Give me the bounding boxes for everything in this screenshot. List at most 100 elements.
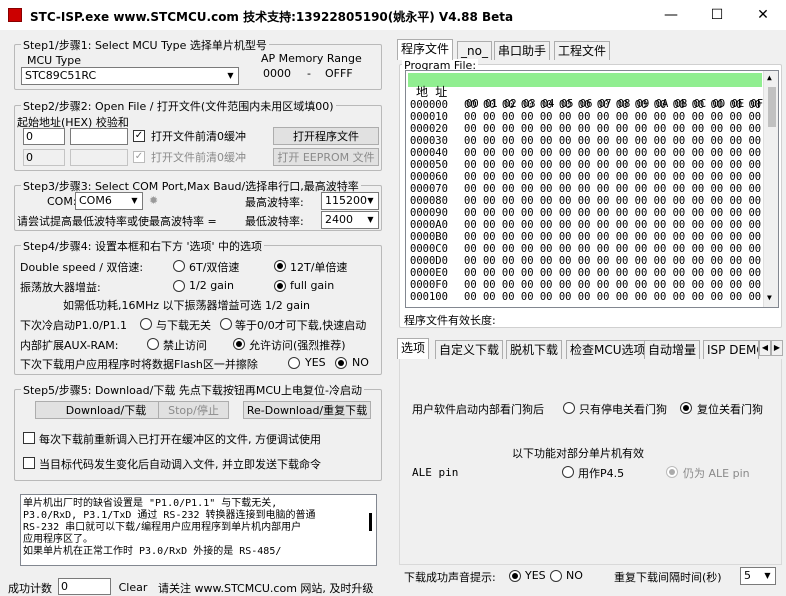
radio-p1-unrelated[interactable] <box>140 318 152 330</box>
stop-button[interactable]: Stop/停止 <box>158 401 229 419</box>
interval-select[interactable]: 5 ▼ <box>740 567 776 585</box>
open-eeprom-file-button[interactable]: 打开 EEPROM 文件 <box>273 148 379 166</box>
max-baud-select[interactable]: 115200 ▼ <box>321 192 379 210</box>
erase-label: 下次下载用户应用程序时将数据Flash区一并擦除 <box>20 358 258 371</box>
radio-p1-zero[interactable] <box>220 318 232 330</box>
step3-legend: Step3/步骤3: Select COM Port,Max Baud/选择串行… <box>21 178 361 194</box>
redownload-button[interactable]: Re-Download/重复下载 <box>243 401 371 419</box>
tab-isp-demo[interactable]: ISP DEMO <box>703 340 759 359</box>
maximize-button[interactable]: ☐ <box>694 0 740 30</box>
hex-row-bytes: 00 00 00 00 00 00 00 00 00 00 00 00 00 0… <box>464 267 762 279</box>
tab-offline-download[interactable]: 脱机下载 <box>506 340 563 359</box>
sound-label: 下载成功声音提示: <box>404 571 496 584</box>
message-line: 应用程序区了。 <box>23 534 93 545</box>
hex-row-bytes: 00 00 00 00 00 00 00 00 00 00 00 00 00 0… <box>464 147 762 159</box>
scrollbar-thumb[interactable] <box>768 87 776 127</box>
clear-buffer-checkbox-1[interactable]: ✓ <box>133 130 145 142</box>
message-line: 单片机出厂时的缺省设置是 "P1.0/P1.1" 与下载无关, <box>23 498 278 509</box>
radio-ale-p45[interactable] <box>562 466 574 478</box>
tab-no[interactable]: _no_ <box>457 41 492 60</box>
close-button[interactable]: ✕ <box>740 0 786 30</box>
radio-erase-no[interactable] <box>335 357 347 369</box>
step2-group: Step2/步骤2: Open File / 打开文件(文件范围内未用区域填00… <box>14 98 382 171</box>
watchdog-label: 用户软件启动内部看门狗后 <box>412 403 544 416</box>
radio-p1-zero-label: 等于0/0才可下载,快速启动 <box>235 319 367 332</box>
message-textarea[interactable]: 单片机出厂时的缺省设置是 "P1.0/P1.1" 与下载无关, P3.0/RxD… <box>20 494 377 566</box>
min-baud-value: 2400 <box>325 213 353 226</box>
max-baud-label: 最高波特率: <box>245 196 304 209</box>
auto-send-checkbox[interactable] <box>23 457 35 469</box>
com-port-select[interactable]: COM6 ▼ <box>75 192 143 210</box>
tab-project-file[interactable]: 工程文件 <box>554 41 611 60</box>
gain-note: 如需低功耗,16MHz 以下振荡器增益可选 1/2 gain <box>63 299 310 312</box>
radio-ale-pin[interactable] <box>666 466 678 478</box>
checksum-field-1[interactable] <box>70 128 128 145</box>
chevron-down-icon[interactable]: ▼ <box>767 293 772 302</box>
hex-row-bytes: 00 00 00 00 00 00 00 00 00 00 00 00 00 0… <box>464 231 762 243</box>
start-address-input-2[interactable]: 0 <box>23 149 65 166</box>
hex-row-bytes: 00 00 00 00 00 00 00 00 00 00 00 00 00 0… <box>464 219 762 231</box>
hex-row-address: 000060 <box>410 171 448 183</box>
step1-group: Step1/步骤1: Select MCU Type 选择单片机型号 MCU T… <box>14 37 382 90</box>
tab-options[interactable]: 选项 <box>397 338 430 359</box>
radio-12t[interactable] <box>274 260 286 272</box>
checksum-field-2[interactable] <box>70 149 128 166</box>
hex-row-bytes: 00 00 00 00 00 00 00 00 00 00 00 00 00 0… <box>464 279 762 291</box>
tab-check-mcu-options[interactable]: 检查MCU选项 <box>566 340 650 359</box>
osc-gain-label: 振荡放大器增益: <box>20 281 101 294</box>
clear-buffer-checkbox-2[interactable]: ✓ <box>133 151 145 163</box>
hex-scrollbar[interactable]: ▲ ▼ <box>763 71 778 307</box>
hex-row-address: 000020 <box>410 123 448 135</box>
hex-row-bytes: 00 00 00 00 00 00 00 00 00 00 00 00 00 0… <box>464 123 762 135</box>
radio-6t[interactable] <box>173 260 185 272</box>
chevron-down-icon: ▼ <box>367 215 374 224</box>
min-baud-label: 最低波特率: <box>245 215 304 228</box>
tab-scroll-left-icon[interactable]: ◀ <box>759 340 771 356</box>
radio-full-gain[interactable] <box>274 280 286 292</box>
radio-6t-label: 6T/双倍速 <box>189 261 240 274</box>
mcu-type-label: MCU Type <box>27 54 81 67</box>
start-address-input-1[interactable]: 0 <box>23 128 65 145</box>
radio-wd-reset[interactable] <box>680 402 692 414</box>
clear-buffer-label-2: 打开文件前清0缓冲 <box>151 151 246 164</box>
open-program-file-button[interactable]: 打开程序文件 <box>273 127 379 145</box>
min-baud-select[interactable]: 2400 ▼ <box>321 211 379 229</box>
hex-row-address: 0000D0 <box>410 255 448 267</box>
double-speed-label: Double speed / 双倍速: <box>20 261 144 274</box>
tab-custom-download[interactable]: 自定义下载 <box>435 340 504 359</box>
reload-before-download-checkbox[interactable] <box>23 432 35 444</box>
options-panel: 用户软件启动内部看门狗后 只有停电关看门狗 复位关看门狗 以下功能对部分单片机有… <box>399 359 782 565</box>
hex-view[interactable]: 地 址 00 01 02 03 04 05 06 07 08 09 0A 0B … <box>405 70 779 308</box>
window-title: STC-ISP.exe www.STCMCU.com 技术支持:13922805… <box>30 10 514 24</box>
tab-scroll-right-icon[interactable]: ▶ <box>771 340 783 356</box>
p1-label: 下次冷启动P1.0/P1.1 <box>20 319 127 332</box>
hex-row-address: 000100 <box>410 291 448 303</box>
hex-row-address: 0000F0 <box>410 279 448 291</box>
radio-aux-allow[interactable] <box>233 338 245 350</box>
radio-sound-yes[interactable] <box>509 570 521 582</box>
radio-half-gain[interactable] <box>173 280 185 292</box>
app-icon <box>8 8 22 22</box>
tab-program-file[interactable]: 程序文件 <box>397 39 454 60</box>
hex-row-address: 000050 <box>410 159 448 171</box>
hex-row-address: 000070 <box>410 183 448 195</box>
com-label: COM: <box>47 195 77 208</box>
step5-legend: Step5/步骤5: Download/下载 先点下载按钮再MCU上电复位-冷启… <box>21 382 365 398</box>
radio-sound-no[interactable] <box>550 570 562 582</box>
clear-button[interactable]: Clear <box>113 578 153 596</box>
message-line: P3.0/RxD, P3.1/TxD 通过 RS-232 转换器连接到电脑的普通 <box>23 510 316 521</box>
hex-row-address: 0000E0 <box>410 267 448 279</box>
radio-erase-yes[interactable] <box>288 357 300 369</box>
tab-auto-increment[interactable]: 自动增量 <box>644 340 701 359</box>
hex-row-bytes: 00 00 00 00 00 00 00 00 00 00 00 00 00 0… <box>464 195 762 207</box>
tab-serial-helper[interactable]: 串口助手 <box>494 41 551 60</box>
hex-row-bytes: 00 00 00 00 00 00 00 00 00 00 00 00 00 0… <box>464 99 762 111</box>
chevron-up-icon[interactable]: ▲ <box>767 73 772 82</box>
hex-row-address: 0000A0 <box>410 219 448 231</box>
radio-aux-disable[interactable] <box>147 338 159 350</box>
radio-wd-power-off[interactable] <box>563 402 575 414</box>
mcu-type-select[interactable]: STC89C51RC ▼ <box>21 67 239 85</box>
download-button[interactable]: Download/下载 <box>35 401 177 419</box>
mcu-type-value: STC89C51RC <box>25 69 97 82</box>
minimize-button[interactable]: — <box>648 0 694 30</box>
